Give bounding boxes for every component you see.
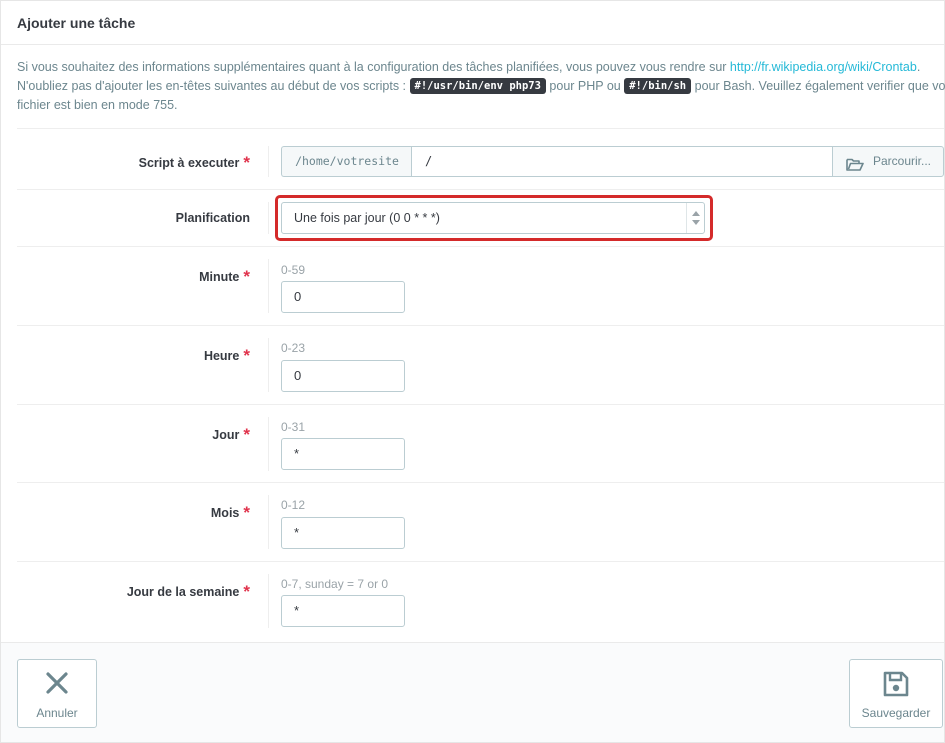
jour-row: Jour * 0-31 *: [17, 404, 944, 482]
jour-semaine-label: Jour de la semaine *: [50, 582, 250, 602]
crontab-link[interactable]: http://fr.wikipedia.org/wiki/Crontab: [730, 60, 917, 74]
path-prefix: /home/votresite: [281, 146, 412, 177]
required-mark: *: [243, 267, 250, 286]
minute-label-text: Minute: [199, 270, 240, 284]
script-label-text: Script à executer: [138, 156, 240, 170]
required-mark: *: [243, 425, 250, 444]
planification-selected: Une fois par jour (0 0 * * *): [294, 211, 440, 225]
row-separator: [268, 202, 269, 234]
panel-title: Ajouter une tâche: [17, 15, 136, 31]
row-separator: [268, 259, 269, 313]
planification-select[interactable]: Une fois par jour (0 0 * * *): [281, 202, 705, 234]
script-row: Script à executer * /home/votresite / Par…: [17, 128, 944, 189]
mois-hint: 0-12: [281, 498, 306, 512]
mois-row: Mois * 0-12 *: [17, 482, 944, 561]
jour-label: Jour *: [50, 425, 250, 445]
required-mark: *: [243, 582, 250, 601]
minute-hint: 0-59: [281, 263, 306, 277]
help-line-2: N'oubliez pas d'ajouter les en-têtes sui…: [17, 77, 945, 96]
close-icon: [44, 670, 70, 699]
mois-label: Mois *: [50, 503, 250, 523]
row-separator: [268, 146, 269, 177]
help-text-2a: N'oubliez pas d'ajouter les en-têtes sui…: [17, 79, 410, 93]
row-separator: [268, 495, 269, 549]
save-label: Sauvegarder: [861, 706, 931, 720]
minute-input[interactable]: 0: [281, 281, 405, 313]
help-text-1-end: .: [916, 60, 921, 74]
panel-footer: Annuler Sauvegarder: [1, 642, 944, 742]
jour-semaine-label-text: Jour de la semaine: [126, 585, 240, 599]
add-task-panel: Ajouter une tâche Si vous souhaitez des …: [0, 0, 945, 743]
folder-open-icon: [846, 154, 864, 183]
jour-label-text: Jour: [212, 428, 240, 442]
cancel-label: Annuler: [36, 706, 78, 720]
help-text: Si vous souhaitez des informations suppl…: [17, 58, 945, 115]
jour-hint: 0-31: [281, 420, 306, 434]
jour-semaine-hint: 0-7, sunday = 7 or 0: [281, 577, 389, 591]
help-line-3: fichier est bien en mode 755.: [17, 98, 178, 112]
mois-input[interactable]: *: [281, 517, 405, 549]
mois-label-text: Mois: [210, 506, 240, 520]
heure-row: Heure * 0-23 0: [17, 325, 944, 404]
jour-semaine-input[interactable]: *: [281, 595, 405, 627]
required-mark: *: [243, 346, 250, 365]
heure-hint: 0-23: [281, 341, 306, 355]
row-separator: [268, 574, 269, 628]
minute-label: Minute *: [50, 267, 250, 287]
browse-button[interactable]: Parcourir...: [832, 146, 944, 177]
save-icon: [882, 670, 910, 701]
help-line-1: Si vous souhaitez des informations suppl…: [17, 58, 942, 77]
required-mark: *: [243, 503, 250, 522]
heure-label: Heure *: [50, 346, 250, 366]
row-separator: [268, 338, 269, 392]
required-mark: *: [243, 153, 250, 172]
script-path-input[interactable]: /: [411, 146, 833, 177]
heure-label-text: Heure: [203, 349, 240, 363]
help-text-1: Si vous souhaitez des informations suppl…: [17, 60, 730, 74]
minute-row: Minute * 0-59 0: [17, 246, 944, 325]
script-label: Script à executer *: [50, 153, 250, 173]
select-arrows-icon: [686, 203, 704, 233]
jour-semaine-row: Jour de la semaine * 0-7, sunday = 7 or 0…: [17, 561, 944, 642]
help-text-2b: pour PHP ou: [545, 79, 625, 93]
php-header-code: #!/usr/bin/env php73: [409, 78, 546, 94]
panel-header: Ajouter une tâche: [1, 1, 944, 45]
planification-label: Planification: [175, 211, 250, 225]
planification-row: Planification Une fois par jour (0 0 * *…: [17, 189, 944, 246]
browse-label: Parcourir...: [873, 154, 932, 168]
cancel-button[interactable]: Annuler: [17, 659, 97, 728]
jour-input[interactable]: *: [281, 438, 405, 470]
save-button[interactable]: Sauvegarder: [849, 659, 943, 728]
row-separator: [268, 417, 269, 471]
heure-input[interactable]: 0: [281, 360, 405, 392]
bash-header-code: #!/bin/sh: [624, 78, 692, 94]
help-text-2c: pour Bash. Veuillez également verifier q…: [691, 79, 945, 93]
